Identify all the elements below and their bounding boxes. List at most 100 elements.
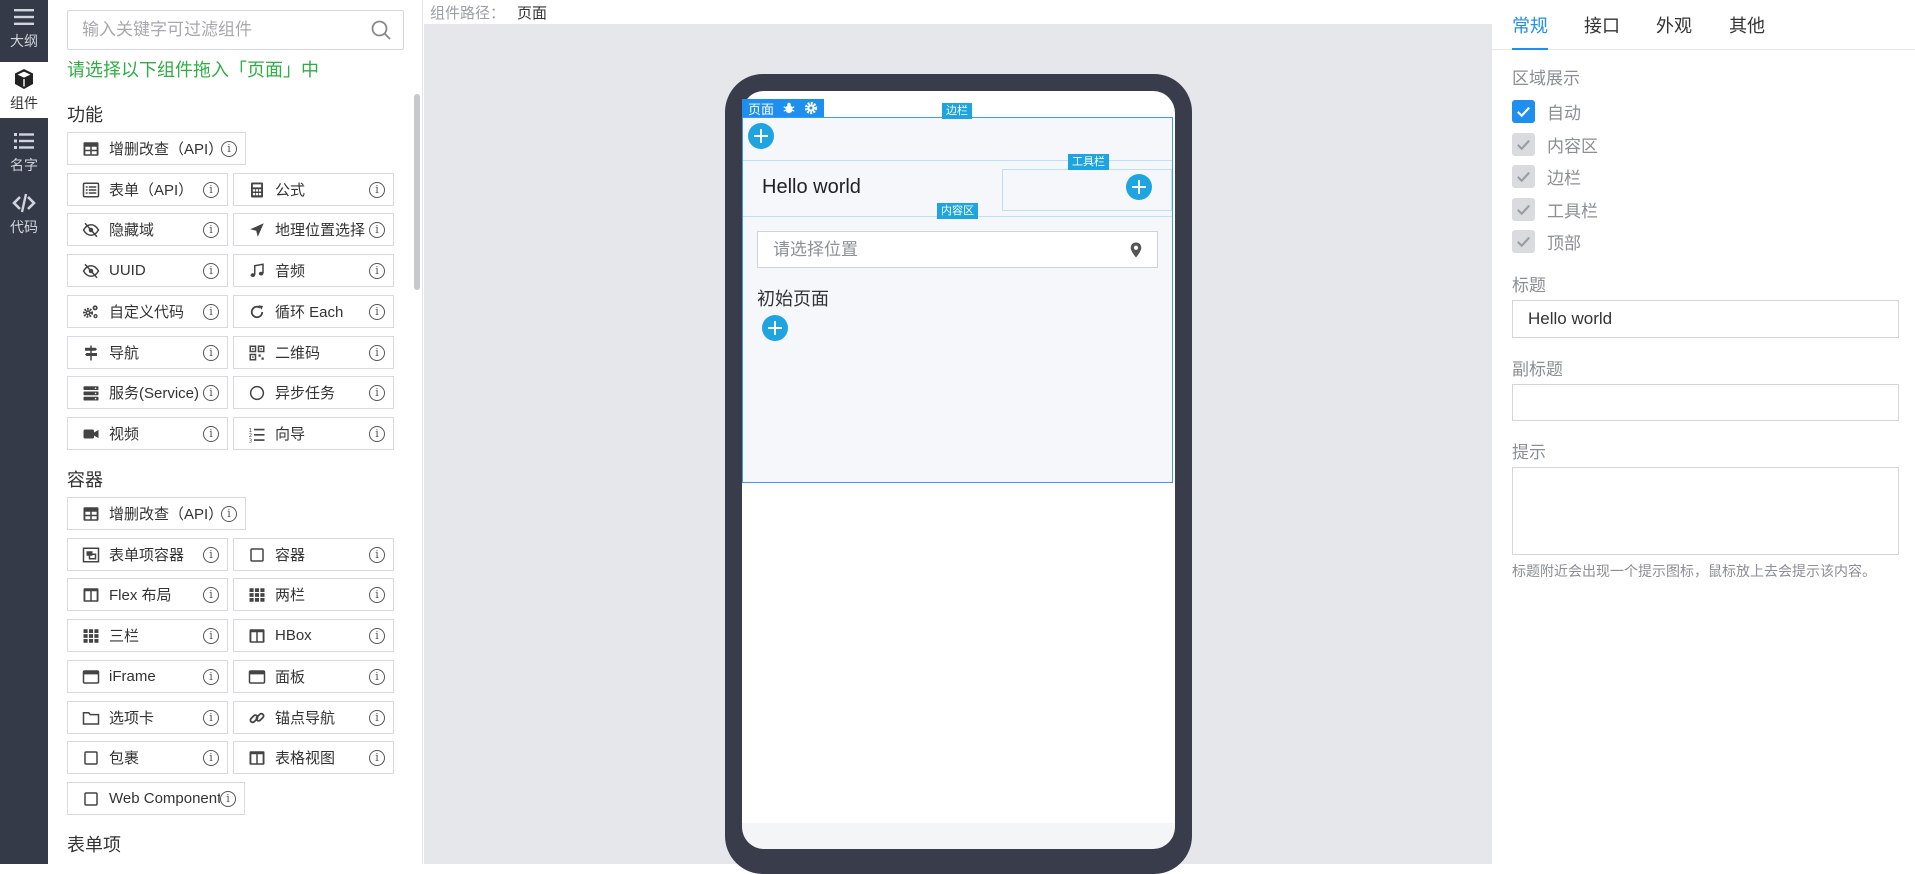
component-item[interactable]: 两栏 i [233,578,394,611]
component-item[interactable]: 导航 i [67,336,228,369]
component-item[interactable]: 表单（API） i [67,173,228,206]
component-item[interactable]: iFrame i [67,660,228,693]
region-checkbox-row[interactable]: 自动 [1512,99,1581,124]
info-icon[interactable]: i [203,221,219,238]
component-item[interactable]: 二维码 i [233,336,394,369]
component-item[interactable]: 表格视图 i [233,741,394,774]
region-checkbox [1512,197,1535,221]
info-icon[interactable]: i [369,384,385,401]
remark-field[interactable] [1512,467,1899,555]
info-icon[interactable]: i [369,303,385,320]
rail-item-code[interactable]: 代码 [0,186,48,242]
component-item[interactable]: 增删改查（API） i [67,132,246,165]
tab-other[interactable]: 其他 [1729,12,1765,38]
info-icon[interactable]: i [369,181,385,198]
info-icon[interactable]: i [203,709,219,726]
component-item[interactable]: 隐藏域 i [67,213,228,246]
square-icon [250,547,264,562]
component-item[interactable]: 地理位置选择 i [233,213,394,246]
component-item[interactable]: 循环 Each i [233,295,394,328]
component-item[interactable]: 公式 i [233,173,394,206]
calculator-icon [251,182,263,197]
component-item-label: 循环 Each [275,304,344,321]
columns-icon [83,587,99,602]
info-icon[interactable]: i [369,709,385,726]
title-input[interactable] [1513,301,1898,337]
info-icon[interactable]: i [369,627,385,644]
bug-icon[interactable] [782,101,796,115]
menu-icon [14,9,34,25]
component-item[interactable]: 视频 i [67,417,228,450]
component-item[interactable]: Flex 布局 i [67,578,228,611]
component-item[interactable]: 1 2 3 向导 i [233,417,394,450]
component-item[interactable]: 选项卡 i [67,701,228,734]
info-icon[interactable]: i [369,262,385,279]
info-icon[interactable]: i [203,384,219,401]
info-icon[interactable]: i [203,344,219,361]
rail-label: 代码 [10,219,38,235]
component-item[interactable]: Web Component i [67,782,245,815]
info-icon[interactable]: i [203,303,219,320]
search-input[interactable] [68,12,369,48]
info-icon[interactable]: i [203,262,219,279]
info-icon[interactable]: i [203,546,219,563]
info-icon[interactable]: i [369,749,385,766]
component-item-label: 二维码 [275,345,321,362]
tab-api[interactable]: 接口 [1584,12,1620,38]
component-item[interactable]: 三栏 i [67,619,228,652]
rail-item-components[interactable]: 组件 [0,62,48,118]
info-icon[interactable]: i [220,790,236,807]
component-search[interactable] [67,10,404,50]
region-checkbox[interactable] [1512,100,1535,123]
add-content-button[interactable] [762,315,788,341]
panel-scrollbar[interactable] [414,94,420,290]
component-item[interactable]: 音频 i [233,254,394,287]
gear-icon[interactable] [804,101,818,115]
component-item[interactable]: 自定义代码 i [67,295,228,328]
info-icon[interactable]: i [369,668,385,685]
info-icon[interactable]: i [221,140,237,157]
page-tag[interactable]: 页面 [742,99,825,117]
map-marker-icon[interactable] [1127,241,1145,259]
add-aside-button[interactable] [748,123,774,149]
location-picker[interactable] [757,231,1158,268]
component-item[interactable]: 服务(Service) i [67,376,228,409]
info-icon[interactable]: i [221,505,237,522]
remark-textarea[interactable] [1513,468,1898,554]
tab-appearance[interactable]: 外观 [1656,12,1692,38]
subtitle-field[interactable] [1512,384,1899,421]
rail-item-outline[interactable]: 大纲 [0,0,48,56]
component-item[interactable]: 锚点导航 i [233,701,394,734]
info-icon[interactable]: i [369,425,385,442]
info-icon[interactable]: i [369,586,385,603]
component-item-label: iFrame [109,668,156,685]
location-input[interactable] [758,233,1127,266]
info-icon[interactable]: i [203,668,219,685]
info-icon[interactable]: i [203,627,219,644]
title-field[interactable] [1512,300,1899,338]
component-item[interactable]: 表单项容器 i [67,538,228,571]
search-icon[interactable] [369,18,393,42]
component-item[interactable]: UUID i [67,254,228,287]
path-value[interactable]: 页面 [517,2,547,23]
info-icon[interactable]: i [369,221,385,238]
info-icon[interactable]: i [369,344,385,361]
subtitle-input[interactable] [1513,385,1898,420]
folder-icon [82,711,100,725]
info-icon[interactable]: i [369,546,385,563]
add-toolbar-button[interactable] [1126,174,1152,200]
component-item[interactable]: 异步任务 i [233,376,394,409]
info-icon[interactable]: i [203,586,219,603]
tab-general[interactable]: 常规 [1512,12,1548,38]
info-icon[interactable]: i [203,181,219,198]
component-item[interactable]: 面板 i [233,660,394,693]
rail-item-names[interactable]: 名字 [0,124,48,180]
info-icon[interactable]: i [203,425,219,442]
square-icon [84,791,98,806]
info-icon[interactable]: i [203,749,219,766]
window-icon [82,669,100,684]
component-item[interactable]: 容器 i [233,538,394,571]
component-item[interactable]: 包裹 i [67,741,228,774]
component-item[interactable]: HBox i [233,619,394,652]
component-item[interactable]: 增删改查（API） i [67,497,246,530]
